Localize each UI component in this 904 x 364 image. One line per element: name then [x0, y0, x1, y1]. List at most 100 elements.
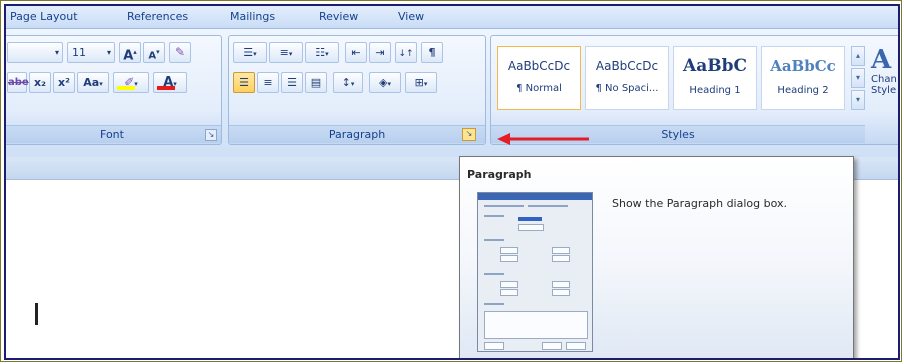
ribbon: ▾ 11 ▾ A▴ A▾ ✎ abe x₂ x² Aa▾ ✐▾ A▾ Font … — [6, 28, 898, 158]
paragraph-tooltip: Paragraph Show the Paragraph dialog box. — [459, 156, 854, 358]
thumbnail-field — [500, 247, 518, 254]
increase-indent-icon: ⇥ — [375, 46, 385, 59]
numbering-button[interactable]: ≡▾ — [269, 42, 303, 63]
tab-page-layout[interactable]: Page Layout — [10, 10, 78, 23]
align-center-button[interactable]: ≡ — [257, 72, 279, 93]
thumbnail-section — [484, 215, 504, 217]
font-dialog-launcher-icon[interactable]: ↘ — [205, 129, 217, 141]
align-center-icon: ≡ — [263, 76, 273, 89]
numbering-icon: ≡ — [279, 46, 289, 59]
style-heading-2[interactable]: AaBbCc Heading 2 — [761, 46, 845, 110]
style-heading-1[interactable]: AaBbC Heading 1 — [673, 46, 757, 110]
pilcrow-icon: ¶ — [428, 46, 436, 59]
increase-indent-button[interactable]: ⇥ — [369, 42, 391, 63]
borders-icon: ⊞ — [414, 76, 424, 89]
thumbnail-section — [484, 303, 504, 305]
thumbnail-field — [552, 281, 570, 288]
font-name-combo[interactable]: ▾ — [7, 42, 63, 63]
tab-mailings[interactable]: Mailings — [230, 10, 275, 23]
highlight-button[interactable]: ✐▾ — [113, 72, 149, 93]
align-right-button[interactable]: ☰ — [281, 72, 303, 93]
shrink-font-button[interactable]: A▾ — [143, 42, 165, 63]
paragraph-group: ☰▾ ≡▾ ☷▾ ⇤ ⇥ ↓↑ ¶ ☰ ≡ ☰ ▤ ↕▾ ◈▾ ⊞▾ Parag… — [228, 35, 486, 145]
sort-button[interactable]: ↓↑ — [395, 42, 417, 63]
sort-icon: ↓↑ — [398, 49, 414, 59]
thumbnail-preview — [484, 311, 588, 339]
thumbnail-field — [552, 255, 570, 262]
align-right-icon: ☰ — [287, 76, 297, 89]
multilevel-list-button[interactable]: ☷▾ — [305, 42, 339, 63]
chevron-down-icon: ▾ — [106, 48, 111, 57]
strikethrough-button[interactable]: abe — [7, 72, 29, 93]
style-sample: AaBbCc — [770, 57, 836, 75]
show-hide-button[interactable]: ¶ — [421, 42, 443, 63]
styles-scroll-up-icon[interactable]: ▴ — [851, 46, 865, 66]
line-spacing-icon: ↕ — [341, 76, 351, 89]
text-cursor — [35, 303, 38, 325]
thumbnail-field — [552, 247, 570, 254]
change-case-button[interactable]: Aa▾ — [77, 72, 109, 93]
font-group: ▾ 11 ▾ A▴ A▾ ✎ abe x₂ x² Aa▾ ✐▾ A▾ Font … — [6, 35, 222, 145]
style-normal[interactable]: AaBbCcDc ¶ Normal — [497, 46, 581, 110]
clear-formatting-button[interactable]: ✎ — [169, 42, 191, 63]
tab-references[interactable]: References — [127, 10, 188, 23]
shading-button[interactable]: ◈▾ — [369, 72, 401, 93]
grow-font-label: A — [123, 48, 134, 64]
clear-formatting-icon: ✎ — [174, 45, 186, 59]
decrease-indent-button[interactable]: ⇤ — [345, 42, 367, 63]
bullets-icon: ☰ — [243, 46, 254, 59]
grow-font-button[interactable]: A▴ — [119, 42, 141, 63]
ribbon-tab-strip: Page Layout References Mailings Review V… — [6, 6, 898, 28]
highlight-color-bar — [117, 86, 135, 90]
thumbnail-field — [552, 289, 570, 296]
change-case-label: Aa — [83, 76, 100, 89]
shrink-font-label: A — [148, 50, 157, 62]
line-spacing-button[interactable]: ↕▾ — [333, 72, 363, 93]
style-sample: AaBbCcDc — [595, 59, 659, 73]
style-no-spacing[interactable]: AaBbCcDc ¶ No Spaci... — [585, 46, 669, 110]
justify-button[interactable]: ▤ — [305, 72, 327, 93]
font-color-bar — [157, 86, 175, 90]
align-left-button[interactable]: ☰ — [233, 72, 255, 93]
thumbnail-titlebar — [478, 193, 592, 200]
thumbnail-tab — [528, 205, 568, 207]
thumbnail-button — [566, 342, 586, 350]
red-arrow-icon — [497, 133, 589, 145]
thumbnail-section — [484, 273, 504, 275]
font-color-button[interactable]: A▾ — [153, 72, 187, 93]
style-name: Heading 2 — [777, 85, 829, 96]
style-name: ¶ Normal — [516, 83, 562, 94]
thumbnail-field — [500, 281, 518, 288]
styles-group: AaBbCcDc ¶ Normal AaBbCcDc ¶ No Spaci...… — [490, 35, 898, 145]
style-sample: AaBbCcDc — [507, 59, 571, 73]
thumbnail-section — [484, 239, 504, 241]
style-name: ¶ No Spaci... — [595, 83, 659, 94]
tab-review[interactable]: Review — [319, 10, 358, 23]
style-sample: AaBbC — [683, 56, 747, 76]
thumbnail-field — [500, 289, 518, 296]
styles-more-icon[interactable]: ▾ — [851, 90, 865, 110]
word-window: Page Layout References Mailings Review V… — [4, 4, 900, 360]
change-styles-icon: A — [871, 45, 892, 75]
thumbnail-tab — [484, 205, 524, 207]
paragraph-dialog-launcher-icon[interactable]: ↘ — [462, 128, 476, 141]
thumbnail-field — [500, 255, 518, 262]
multilevel-list-icon: ☷ — [315, 46, 326, 59]
align-left-icon: ☰ — [239, 76, 249, 89]
bullets-button[interactable]: ☰▾ — [233, 42, 267, 63]
change-styles-label-2: Style — [871, 85, 897, 96]
borders-button[interactable]: ⊞▾ — [405, 72, 437, 93]
font-size-combo[interactable]: 11 ▾ — [67, 42, 115, 63]
font-group-label: Font — [6, 125, 221, 143]
screenshot-frame: Page Layout References Mailings Review V… — [0, 0, 902, 362]
change-styles-button[interactable]: A Chan Style — [871, 45, 898, 116]
thumbnail-button — [542, 342, 562, 350]
paragraph-dialog-thumbnail — [477, 192, 593, 352]
tooltip-title: Paragraph — [467, 168, 532, 181]
thumbnail-selected-field — [518, 217, 542, 221]
subscript-button[interactable]: x₂ — [29, 72, 51, 93]
styles-scroll-down-icon[interactable]: ▾ — [851, 68, 865, 88]
superscript-button[interactable]: x² — [53, 72, 75, 93]
tab-view[interactable]: View — [398, 10, 424, 23]
superscript-label: x² — [58, 76, 70, 89]
